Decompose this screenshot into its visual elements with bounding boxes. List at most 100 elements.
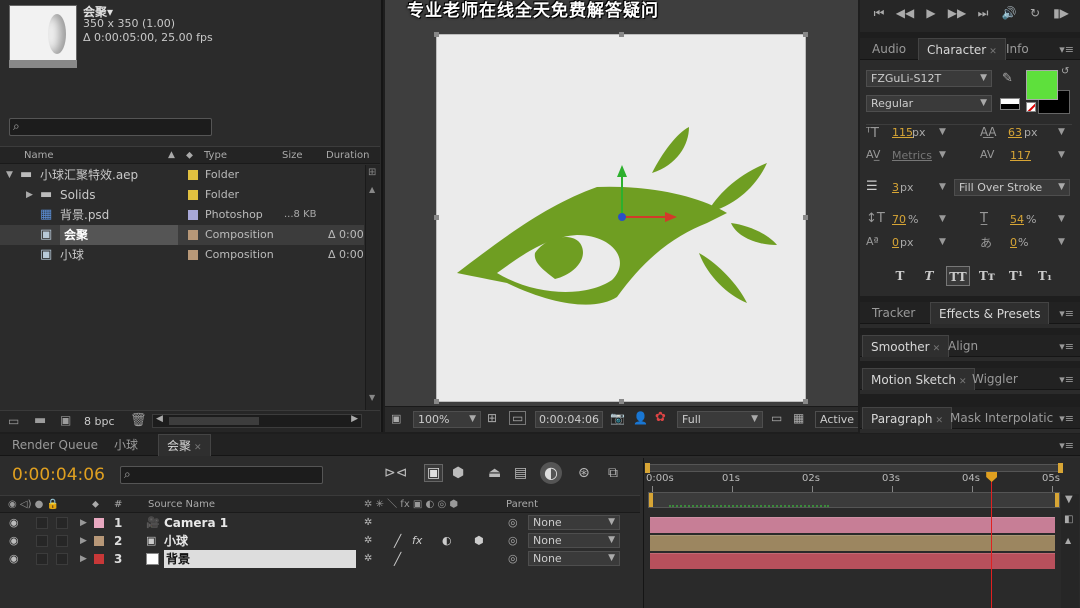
font-size-value[interactable]: 115 (892, 126, 913, 139)
tab-effects-presets[interactable]: Effects & Presets (930, 302, 1050, 324)
scroll-down-icon[interactable]: ▼ (369, 393, 375, 402)
handle-ml[interactable] (434, 215, 439, 220)
panel-menu-icon[interactable]: ▾≡ (1059, 439, 1074, 452)
panel-menu-icon[interactable]: ▾≡ (1059, 412, 1074, 425)
solo-switch[interactable] (56, 553, 68, 565)
timeline-vscroll[interactable]: ▼ ◧ ▲ (1061, 494, 1079, 608)
loop-icon[interactable]: ↻ (1024, 6, 1046, 20)
new-comp-icon[interactable]: ▣ (60, 413, 71, 427)
playhead[interactable] (986, 472, 998, 608)
all-caps-button[interactable]: TT (946, 266, 970, 286)
close-icon[interactable]: ✕ (989, 47, 997, 57)
dropdown-arrow-icon[interactable]: ▼ (1058, 150, 1065, 160)
scroll-right-icon[interactable]: ▶ (351, 414, 358, 424)
kerning-value[interactable]: Metrics (892, 149, 932, 162)
tab-mask-interpolation[interactable]: Mask Interpolatic (942, 407, 1061, 429)
handle-tl[interactable] (434, 32, 439, 37)
effects-switch-icon[interactable]: fx (412, 532, 422, 550)
solo-switch[interactable] (56, 517, 68, 529)
faux-bold-button[interactable]: T (888, 266, 912, 286)
new-folder-icon[interactable]: ▬ (34, 413, 46, 428)
fill-color-swatch[interactable] (1026, 70, 1058, 100)
dropdown-arrow-icon[interactable]: ▼ (939, 150, 946, 160)
tsume-value[interactable]: 0 (1010, 236, 1017, 249)
live-update-icon[interactable]: ▣ (424, 464, 444, 482)
handle-tc[interactable] (619, 32, 624, 37)
scroll-bottom-icon[interactable]: ▼ (1065, 494, 1073, 505)
label-color-swatch[interactable] (188, 250, 198, 260)
font-style-select[interactable]: Regular ▼ (866, 95, 992, 112)
next-frame-icon[interactable]: ▶▶ (946, 6, 968, 20)
col-duration[interactable]: Duration (326, 147, 369, 164)
horizontal-scale-value[interactable]: 54 (1010, 213, 1024, 226)
col-type[interactable]: Type (204, 147, 227, 164)
layer-name[interactable]: Camera 1 (164, 514, 228, 532)
work-area-bar[interactable] (645, 463, 1063, 473)
small-caps-button[interactable]: Tт (975, 266, 999, 286)
handle-mr[interactable] (803, 215, 808, 220)
frame-blending-icon[interactable]: ▤ (514, 465, 527, 481)
project-item-row[interactable]: ▦ 背景.psd Photoshop ...8 KB (0, 205, 364, 225)
layer-name[interactable]: 背景 (164, 550, 356, 568)
panel-menu-icon[interactable]: ▾≡ (1059, 340, 1074, 353)
interpret-footage-icon[interactable]: ▭ (8, 414, 19, 428)
tab-align[interactable]: Align (940, 335, 986, 357)
layer-row[interactable]: ◉ ▶ 1 🎥 Camera 1 ✲ ◎ None ▼ (0, 514, 640, 532)
tracking-value[interactable]: 117 (1010, 149, 1031, 162)
tab-audio[interactable]: Audio (864, 38, 914, 60)
always-preview-icon[interactable]: ▣ (391, 412, 401, 425)
navigator-start[interactable] (649, 493, 653, 507)
tab-character[interactable]: Character ✕ (918, 38, 1006, 60)
scroll-up-icon[interactable]: ▲ (1065, 536, 1071, 545)
parent-select[interactable]: None ▼ (528, 515, 620, 530)
col-parent[interactable]: Parent (506, 496, 538, 513)
project-item-row[interactable]: ▼ ▬ 小球汇聚特效.aep Folder (0, 165, 364, 185)
graph-editor-icon[interactable]: ⧉ (608, 465, 618, 481)
navigator-end[interactable] (1055, 493, 1059, 507)
visibility-eye-icon[interactable]: ◉ (9, 550, 19, 568)
dropdown-arrow-icon[interactable]: ▼ (939, 127, 946, 137)
label-color-swatch[interactable] (188, 190, 198, 200)
dropdown-arrow-icon[interactable]: ▼ (1058, 237, 1065, 247)
twirl-icon[interactable]: ▼ (6, 165, 13, 185)
panel-menu-icon[interactable]: ▾≡ (1059, 307, 1074, 320)
audio-icon[interactable]: 🔊 (998, 6, 1020, 20)
handle-br[interactable] (803, 399, 808, 404)
brainstorm-icon[interactable]: ⊛ (578, 465, 590, 481)
show-snapshot-icon[interactable]: 👤 (633, 411, 648, 425)
layer-label-swatch[interactable] (94, 536, 104, 546)
stroke-width-value[interactable]: 3 (892, 181, 899, 194)
leading-value[interactable]: 63 (1008, 126, 1022, 139)
safe-zones-icon[interactable]: ⊞ (487, 411, 497, 425)
shy-switch-icon[interactable]: ✲ (364, 532, 372, 550)
label-color-swatch[interactable] (188, 210, 198, 220)
project-hscroll[interactable]: ◀ ▶ (152, 414, 362, 428)
dropdown-arrow-icon[interactable]: ▼ (939, 182, 946, 192)
tab-render-queue[interactable]: Render Queue (4, 434, 106, 456)
vertical-scale-value[interactable]: 70 (892, 213, 906, 226)
audio-switch[interactable] (36, 553, 48, 565)
handle-tr[interactable] (803, 32, 808, 37)
dropdown-arrow-icon[interactable]: ▼ (1058, 214, 1065, 224)
twirl-icon[interactable]: ▶ (80, 532, 87, 550)
viewer-timecode[interactable]: 0:00:04:06 (535, 411, 603, 428)
black-white-icon[interactable] (1000, 98, 1020, 110)
project-search-input[interactable]: ⌕ (9, 118, 212, 136)
tab-tracker[interactable]: Tracker (864, 302, 923, 324)
draft-3d-icon[interactable]: ⬢ (452, 465, 464, 481)
scroll-left-icon[interactable]: ◀ (156, 414, 163, 424)
parent-select[interactable]: None ▼ (528, 551, 620, 566)
comp-mini-flowchart-icon[interactable]: ⊳⊲ (384, 465, 407, 481)
time-ruler[interactable]: 0:00s 01s 02s 03s 04s 05s (644, 472, 1080, 492)
expand-panel-icon[interactable]: ◧ (1064, 514, 1073, 525)
pick-whip-icon[interactable]: ◎ (508, 550, 518, 568)
timeline-search-input[interactable]: ⌕ (120, 466, 323, 484)
twirl-icon[interactable]: ▶ (80, 550, 87, 568)
dropdown-arrow-icon[interactable]: ▼ (939, 214, 946, 224)
mask-outline-icon[interactable]: ▭ (509, 411, 527, 425)
handle-bc[interactable] (619, 399, 624, 404)
label-color-swatch[interactable] (188, 170, 198, 180)
twirl-icon[interactable]: ▶ (26, 185, 33, 205)
tab-info[interactable]: Info (998, 38, 1037, 60)
quality-switch-icon[interactable]: ╱ (394, 550, 401, 568)
